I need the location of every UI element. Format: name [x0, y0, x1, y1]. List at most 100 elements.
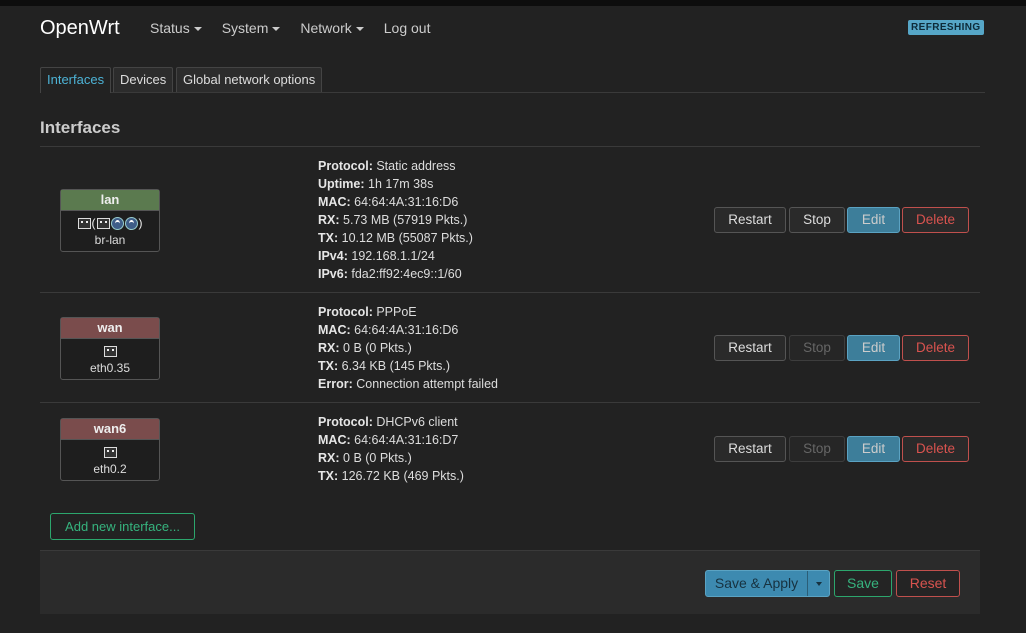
- info-line: TX: 126.72 KB (469 Pkts.): [318, 467, 464, 485]
- device-icons: [61, 342, 159, 360]
- wifi-icon: [110, 216, 124, 230]
- save-apply-dropdown[interactable]: [807, 571, 830, 596]
- reset-button[interactable]: Reset: [896, 570, 960, 597]
- info-value: DHCPv6 client: [376, 415, 458, 429]
- info-key: TX:: [318, 359, 339, 373]
- info-key: RX:: [318, 341, 340, 355]
- info-key: MAC:: [318, 323, 351, 337]
- nav-network-label: Network: [300, 20, 352, 36]
- info-line: TX: 6.34 KB (145 Pkts.): [318, 357, 498, 375]
- interface-name: lan: [61, 190, 159, 211]
- interface-info: Protocol: PPPoE MAC: 64:64:4A:31:16:D6 R…: [318, 303, 498, 393]
- nav-network[interactable]: Network: [300, 20, 364, 36]
- info-line: RX: 0 B (0 Pkts.): [318, 339, 498, 357]
- ethernet-icon: [77, 217, 91, 229]
- refreshing-badge[interactable]: REFRESHING: [908, 20, 984, 35]
- restart-button[interactable]: Restart: [714, 335, 786, 361]
- ethernet-icon: [103, 446, 117, 458]
- interface-badge-lan: lan ( ) br-lan: [60, 189, 160, 252]
- tab-global-network-options[interactable]: Global network options: [176, 67, 323, 92]
- info-key: Error:: [318, 377, 353, 391]
- info-line: MAC: 64:64:4A:31:16:D6: [318, 321, 498, 339]
- nav-logout[interactable]: Log out: [384, 20, 431, 36]
- restart-button[interactable]: Restart: [714, 207, 786, 233]
- stop-button[interactable]: Stop: [789, 436, 845, 462]
- wifi-icon: [124, 216, 138, 230]
- delete-button[interactable]: Delete: [902, 207, 969, 233]
- nav-system[interactable]: System: [222, 20, 281, 36]
- stop-button[interactable]: Stop: [789, 335, 845, 361]
- interface-name: wan6: [61, 419, 159, 440]
- device-name: eth0.2: [93, 462, 127, 476]
- nav-status-label: Status: [150, 20, 190, 36]
- info-value: 64:64:4A:31:16:D6: [354, 323, 459, 337]
- info-key: RX:: [318, 451, 340, 465]
- device-icons: [61, 443, 159, 461]
- info-line: Uptime: 1h 17m 38s: [318, 175, 473, 193]
- main-nav: Status System Network Log out: [150, 20, 450, 36]
- info-value: 126.72 KB (469 Pkts.): [341, 469, 464, 483]
- tab-interfaces[interactable]: Interfaces: [40, 67, 112, 93]
- info-value: 0 B (0 Pkts.): [343, 341, 412, 355]
- info-key: Protocol:: [318, 415, 373, 429]
- interface-info: Protocol: Static address Uptime: 1h 17m …: [318, 157, 473, 283]
- info-value: 0 B (0 Pkts.): [343, 451, 412, 465]
- info-value: Static address: [376, 159, 456, 173]
- info-value: 192.168.1.1/24: [351, 249, 435, 263]
- interface-row-wan6: wan6 eth0.2 Protocol: DHCPv6 client MAC:…: [40, 403, 980, 495]
- delete-button[interactable]: Delete: [902, 436, 969, 462]
- save-button[interactable]: Save: [834, 570, 892, 597]
- tab-devices[interactable]: Devices: [113, 67, 174, 92]
- info-key: RX:: [318, 213, 340, 227]
- info-line: RX: 0 B (0 Pkts.): [318, 449, 464, 467]
- stop-button[interactable]: Stop: [789, 207, 845, 233]
- edit-button[interactable]: Edit: [847, 436, 900, 462]
- edit-button[interactable]: Edit: [847, 207, 900, 233]
- page-title: Interfaces: [40, 118, 121, 137]
- info-line: MAC: 64:64:4A:31:16:D7: [318, 431, 464, 449]
- info-line: Error: Connection attempt failed: [318, 375, 498, 393]
- chevron-down-icon: [193, 27, 202, 32]
- save-apply-button[interactable]: Save & Apply: [705, 570, 830, 597]
- info-line: IPv4: 192.168.1.1/24: [318, 247, 473, 265]
- interface-info: Protocol: DHCPv6 client MAC: 64:64:4A:31…: [318, 413, 464, 485]
- interface-row-wan: wan eth0.35 Protocol: PPPoE MAC: 64:64:4…: [40, 293, 980, 403]
- edit-button[interactable]: Edit: [847, 335, 900, 361]
- device-icons: ( ): [61, 214, 159, 232]
- info-value: PPPoE: [376, 305, 417, 319]
- nav-logout-label: Log out: [383, 20, 431, 36]
- info-line: RX: 5.73 MB (57919 Pkts.): [318, 211, 473, 229]
- info-key: Protocol:: [318, 159, 373, 173]
- save-apply-label[interactable]: Save & Apply: [706, 571, 807, 596]
- info-value: 64:64:4A:31:16:D6: [354, 195, 459, 209]
- info-value: 1h 17m 38s: [368, 177, 434, 191]
- paren-close-glyph: ): [138, 216, 143, 230]
- info-value: Connection attempt failed: [356, 377, 498, 391]
- action-footer: Save & Apply Save Reset: [40, 550, 980, 614]
- info-key: IPv4:: [318, 249, 348, 263]
- info-line: IPv6: fda2:ff92:4ec9::1/60: [318, 265, 473, 283]
- nav-status[interactable]: Status: [150, 20, 202, 36]
- info-value: fda2:ff92:4ec9::1/60: [351, 267, 462, 281]
- tab-bar: Interfaces Devices Global network option…: [40, 67, 985, 93]
- interface-badge-wan6: wan6 eth0.2: [60, 418, 160, 481]
- info-line: Protocol: Static address: [318, 157, 473, 175]
- device-name: eth0.35: [89, 361, 131, 375]
- ethernet-icon: [103, 345, 117, 357]
- restart-button[interactable]: Restart: [714, 436, 786, 462]
- info-value: 6.34 KB (145 Pkts.): [341, 359, 451, 373]
- device-name: br-lan: [94, 233, 126, 247]
- chevron-down-icon: [272, 27, 281, 32]
- info-key: MAC:: [318, 433, 351, 447]
- info-value: 5.73 MB (57919 Pkts.): [343, 213, 468, 227]
- info-key: TX:: [318, 231, 339, 245]
- bridge-icon: [96, 217, 110, 229]
- delete-button[interactable]: Delete: [902, 335, 969, 361]
- info-value: 64:64:4A:31:16:D7: [354, 433, 459, 447]
- info-key: Protocol:: [318, 305, 373, 319]
- add-interface-button[interactable]: Add new interface...: [50, 513, 195, 540]
- paren-open-glyph: (: [91, 216, 96, 230]
- chevron-down-icon: [816, 582, 822, 587]
- info-line: MAC: 64:64:4A:31:16:D6: [318, 193, 473, 211]
- brand-logo[interactable]: OpenWrt: [40, 17, 120, 40]
